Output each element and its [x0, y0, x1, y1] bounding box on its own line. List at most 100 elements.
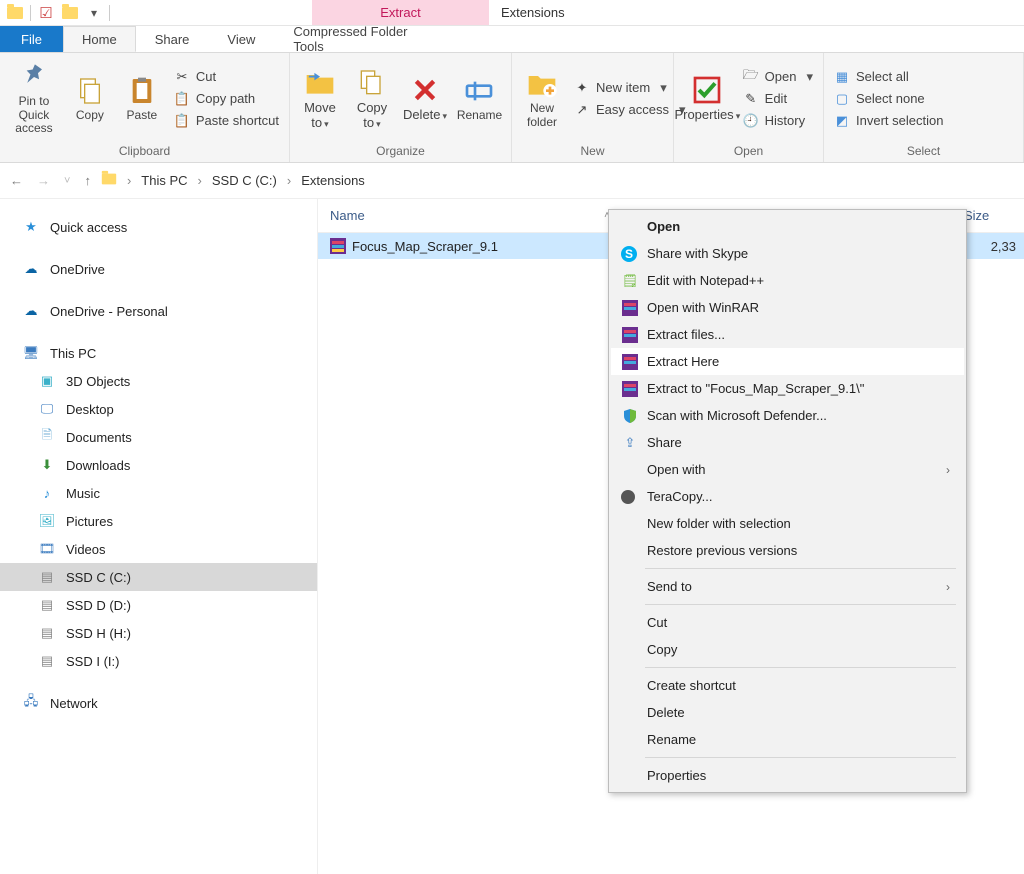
winrar-icon	[621, 299, 639, 317]
tab-share[interactable]: Share	[136, 26, 209, 52]
up-button[interactable]: ↑	[84, 173, 91, 188]
cut-button[interactable]: ✂Cut	[170, 67, 283, 87]
invert-selection-button[interactable]: ◩Invert selection	[830, 111, 947, 131]
ctx-extract-to[interactable]: Extract to "Focus_Map_Scraper_9.1\"	[611, 375, 964, 402]
chevron-right-icon[interactable]: ›	[194, 173, 206, 188]
easy-access-button[interactable]: ↗Easy access▾	[570, 100, 690, 120]
nav-onedrive[interactable]: ☁OneDrive	[0, 255, 317, 283]
ctx-extract-here[interactable]: Extract Here	[611, 348, 964, 375]
history-button[interactable]: 🕘History	[739, 111, 817, 131]
chevron-right-icon[interactable]: ›	[123, 173, 135, 188]
paste-shortcut-button[interactable]: 📋Paste shortcut	[170, 111, 283, 131]
ctx-restore-versions[interactable]: Restore previous versions	[611, 537, 964, 564]
tab-view[interactable]: View	[208, 26, 274, 52]
ctx-open-winrar[interactable]: Open with WinRAR	[611, 294, 964, 321]
ribbon-group-label: Organize	[290, 144, 511, 162]
ctx-new-folder-selection[interactable]: New folder with selection	[611, 510, 964, 537]
copy-path-button[interactable]: 📋Copy path	[170, 89, 283, 109]
new-folder-icon	[526, 68, 558, 100]
copy-button[interactable]: Copy	[66, 73, 114, 125]
desktop-icon: 🖵	[38, 400, 56, 418]
nav-onedrive-personal[interactable]: ☁OneDrive - Personal	[0, 297, 317, 325]
ctx-share[interactable]: ⇪Share	[611, 429, 964, 456]
ctx-properties[interactable]: Properties	[611, 762, 964, 789]
open-button[interactable]: 🗁Open▾	[739, 67, 817, 87]
delete-button[interactable]: Delete▾	[400, 72, 450, 125]
extract-tab-header[interactable]: Extract	[312, 0, 489, 25]
nav-videos[interactable]: 🎞Videos	[0, 535, 317, 563]
nav-this-pc[interactable]: 🖥This PC	[0, 339, 317, 367]
nav-ssd-d[interactable]: ▤SSD D (D:)	[0, 591, 317, 619]
ctx-edit-notepad[interactable]: 🗒Edit with Notepad++	[611, 267, 964, 294]
tab-file[interactable]: File	[0, 26, 63, 52]
ctx-rename[interactable]: Rename	[611, 726, 964, 753]
nav-ssd-i[interactable]: ▤SSD I (I:)	[0, 647, 317, 675]
qat-properties-icon[interactable]: ☑	[35, 2, 57, 24]
contextual-tabs-header: Extract Extensions	[312, 0, 579, 25]
properties-button[interactable]: Properties▾	[680, 72, 735, 125]
ctx-delete[interactable]: Delete	[611, 699, 964, 726]
ctx-create-shortcut[interactable]: Create shortcut	[611, 672, 964, 699]
ctx-share-skype[interactable]: SShare with Skype	[611, 240, 964, 267]
pc-icon: 🖥	[22, 344, 40, 362]
ctx-extract-files[interactable]: Extract files...	[611, 321, 964, 348]
ctx-copy[interactable]: Copy	[611, 636, 964, 663]
forward-button[interactable]: →	[37, 173, 50, 188]
select-all-button[interactable]: ▦Select all	[830, 67, 947, 87]
back-button[interactable]: ←	[10, 173, 23, 188]
move-to-button[interactable]: Move to▾	[296, 65, 344, 133]
new-item-button[interactable]: ✦New item▾	[570, 78, 690, 98]
qat-folder-icon[interactable]	[59, 2, 81, 24]
tab-compressed-folder-tools[interactable]: Compressed Folder Tools	[274, 26, 451, 52]
edit-button[interactable]: ✎Edit	[739, 89, 817, 109]
extensions-title: Extensions	[489, 0, 579, 25]
navigation-pane: ★Quick access ☁OneDrive ☁OneDrive - Pers…	[0, 199, 318, 874]
nav-pictures[interactable]: 🖼Pictures	[0, 507, 317, 535]
rename-button[interactable]: Rename	[454, 73, 505, 125]
copy-to-icon	[356, 67, 388, 99]
breadcrumb-thispc[interactable]: This PC	[141, 173, 187, 188]
recent-dropdown[interactable]: ˅	[64, 175, 70, 187]
copy-to-button[interactable]: Copy to▾	[348, 65, 396, 133]
col-name[interactable]: Name˄	[318, 208, 634, 223]
nav-desktop[interactable]: 🖵Desktop	[0, 395, 317, 423]
ctx-cut[interactable]: Cut	[611, 609, 964, 636]
ribbon-tabs: File Home Share View Compressed Folder T…	[0, 26, 1024, 53]
select-none-button[interactable]: ▢Select none	[830, 89, 947, 109]
ctx-send-to[interactable]: Send to›	[611, 573, 964, 600]
folder-icon	[101, 173, 117, 188]
breadcrumb[interactable]: › This PC › SSD C (C:) › Extensions	[101, 173, 1014, 188]
new-folder-button[interactable]: New folder	[518, 66, 566, 132]
ctx-open[interactable]: Open	[611, 213, 964, 240]
ctx-defender[interactable]: Scan with Microsoft Defender...	[611, 402, 964, 429]
ctx-open-with[interactable]: Open with›	[611, 456, 964, 483]
ribbon-group-organize: Move to▾ Copy to▾ Delete▾ Rename Organiz…	[290, 53, 512, 162]
tab-home[interactable]: Home	[63, 26, 136, 52]
breadcrumb-drive[interactable]: SSD C (C:)	[212, 173, 277, 188]
nav-ssd-c[interactable]: ▤SSD C (C:)	[0, 563, 317, 591]
chevron-right-icon[interactable]: ›	[283, 173, 295, 188]
separator	[645, 568, 956, 569]
nav-quick-access[interactable]: ★Quick access	[0, 213, 317, 241]
paste-icon	[126, 75, 158, 107]
breadcrumb-folder[interactable]: Extensions	[301, 173, 365, 188]
nav-network[interactable]: 🖧Network	[0, 689, 317, 717]
nav-documents[interactable]: 🗎Documents	[0, 423, 317, 451]
delete-icon	[409, 74, 441, 106]
skype-icon: S	[621, 246, 637, 262]
nav-music[interactable]: ♪Music	[0, 479, 317, 507]
winrar-icon	[621, 326, 639, 344]
ribbon-group-label: Clipboard	[0, 144, 289, 162]
nav-ssd-h[interactable]: ▤SSD H (H:)	[0, 619, 317, 647]
nav-3d-objects[interactable]: ▣3D Objects	[0, 367, 317, 395]
paste-button[interactable]: Paste	[118, 73, 166, 125]
rename-icon	[463, 75, 495, 107]
ribbon-group-clipboard: Pin to Quick access Copy Paste ✂Cut 📋Cop…	[0, 53, 290, 162]
ctx-teracopy[interactable]: TeraCopy...	[611, 483, 964, 510]
pictures-icon: 🖼	[38, 512, 56, 530]
nav-downloads[interactable]: ⬇Downloads	[0, 451, 317, 479]
qat-dropdown-icon[interactable]: ▾	[83, 2, 105, 24]
pin-to-quick-access-button[interactable]: Pin to Quick access	[6, 59, 62, 138]
pin-icon	[18, 61, 50, 93]
folder-icon[interactable]	[4, 2, 26, 24]
